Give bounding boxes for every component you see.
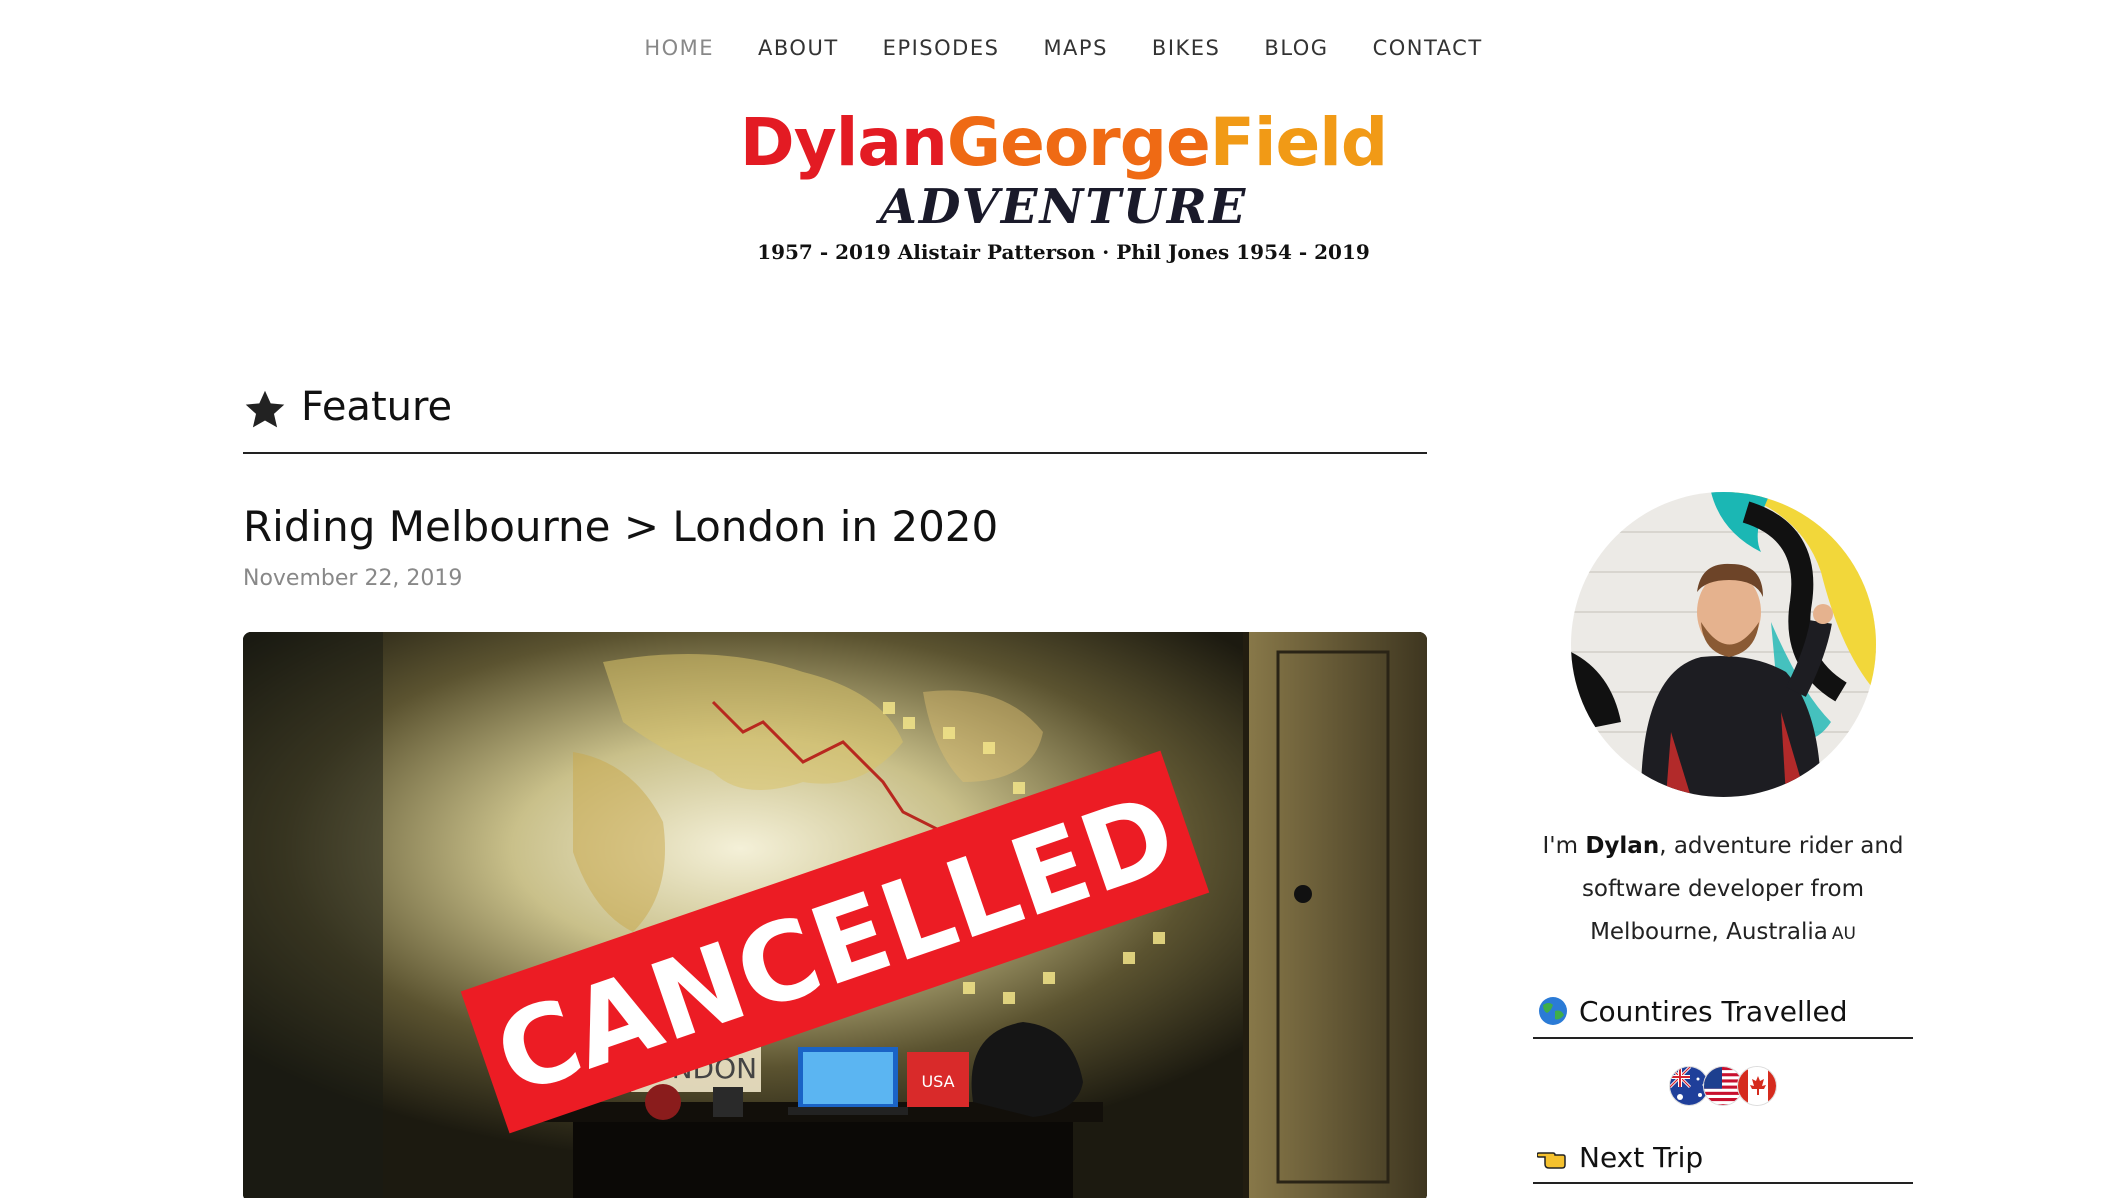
nav-link-about[interactable]: ABOUT	[736, 36, 861, 60]
main-navigation: HOME ABOUT EPISODES MAPS BIKES BLOG CONT…	[0, 36, 2127, 60]
countries-travelled-heading: Countires Travelled	[1533, 985, 1913, 1039]
logo-word-george: George	[946, 104, 1211, 181]
site-logo[interactable]: DylanGeorgeField Adventure 1957 - 2019 A…	[0, 110, 2127, 265]
next-trip-heading-text: Next Trip	[1579, 1140, 1704, 1174]
post-title-link[interactable]: Riding Melbourne > London in 2020	[243, 502, 998, 552]
logo-wordmark: DylanGeorgeField	[0, 110, 2127, 176]
pointing-hand-icon	[1537, 1152, 1566, 1169]
star-icon	[245, 390, 285, 428]
post-date: November 22, 2019	[243, 566, 463, 591]
bio-name: Dylan	[1585, 833, 1660, 859]
nav-link-bikes[interactable]: BIKES	[1130, 36, 1242, 60]
nav-link-maps[interactable]: MAPS	[1021, 36, 1129, 60]
post-featured-image[interactable]: LONDON USA CANCELLED	[243, 632, 1427, 1198]
logo-word-dylan: Dylan	[739, 104, 948, 181]
bio-prefix: I'm	[1542, 833, 1586, 859]
cancelled-map-photo: LONDON USA CANCELLED	[243, 632, 1427, 1198]
author-avatar	[1571, 492, 1876, 797]
usa-box-text: USA	[921, 1072, 954, 1091]
logo-subtitle: Adventure	[879, 179, 1248, 235]
nav-link-episodes[interactable]: EPISODES	[861, 36, 1022, 60]
feature-section-heading: Feature	[243, 382, 1427, 454]
nav-link-contact[interactable]: CONTACT	[1351, 36, 1505, 60]
nav-link-blog[interactable]: BLOG	[1242, 36, 1350, 60]
memorial-line: 1957 - 2019 Alistair Patterson · Phil Jo…	[757, 240, 1370, 265]
canada-flag-icon	[1737, 1066, 1777, 1106]
logo-word-field: Field	[1209, 104, 1388, 181]
nav-link-home[interactable]: HOME	[622, 36, 736, 60]
countries-heading-text: Countires Travelled	[1579, 994, 1848, 1028]
globe-icon	[1539, 997, 1567, 1025]
next-trip-heading: Next Trip	[1533, 1132, 1913, 1184]
country-code: AU	[1831, 924, 1856, 944]
author-bio: I'm Dylan, adventure rider and software …	[1533, 825, 1913, 956]
feature-heading-text: Feature	[301, 384, 453, 430]
country-flags	[1533, 1066, 1913, 1106]
